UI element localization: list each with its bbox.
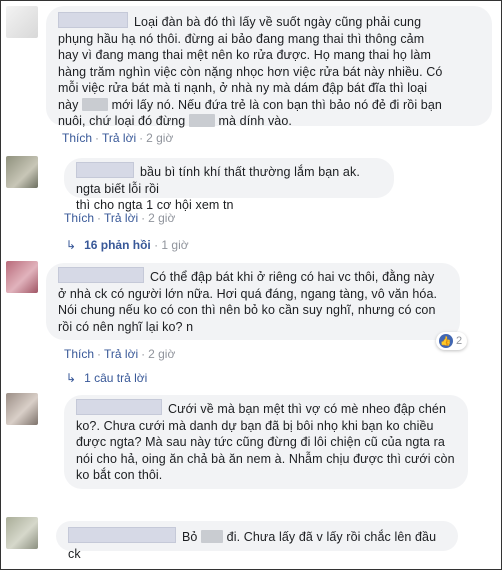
comment-text: này (58, 97, 79, 112)
comment-text: mà dính vào. (218, 114, 292, 128)
comment-actions: Thích · Trả lời · 2 giờ (64, 211, 176, 225)
comment-actions: Thích · Trả lời · 2 giờ (64, 347, 176, 361)
comment-bubble: Cưới về mà bạn mệt thì vợ có mè nheo đập… (64, 395, 468, 489)
comment-bubble: bầu bì tính khí thất thường lắm bạn ak. … (64, 158, 394, 212)
comment-bubble: Bỏ đi. Chưa lấy đã v lấy rồi chắc lên đầ… (56, 521, 458, 561)
avatar[interactable] (6, 156, 38, 188)
reply-arrow-icon: ↳ (66, 371, 77, 385)
comment-text: Có thể đập bát khi ở riêng có hai vc thô… (150, 270, 435, 284)
comment-text: ko bắt con thôi. (76, 468, 163, 482)
author-name-blurred[interactable] (76, 399, 162, 415)
author-name-blurred[interactable] (58, 267, 144, 283)
comment-text: ko?. Chưa cưới mà danh dự bạn đã bị bôi … (76, 418, 434, 433)
comment-bubble: Có thể đập bát khi ở riêng có hai vc thô… (46, 263, 460, 340)
censored-word (188, 114, 215, 127)
like-reaction-icon: 👍 (439, 334, 453, 348)
author-name-blurred[interactable] (76, 162, 134, 178)
author-name-blurred[interactable] (68, 527, 176, 543)
like-link[interactable]: Thích (64, 211, 94, 225)
reply-arrow-icon: ↳ (66, 238, 77, 252)
avatar[interactable] (6, 393, 38, 425)
comment-text: mới lấy nó. Nếu đứa trẻ là con bạn thì b… (111, 97, 442, 112)
comment-text: mỗi việc rửa bát mà ti nạnh, ở nhà ny mà… (58, 81, 428, 95)
censored-word (82, 97, 109, 111)
replies-count[interactable]: 16 phản hồi (84, 238, 151, 252)
comment-text: Loại đàn bà đó thì lấy về suốt ngày cũng… (134, 15, 422, 29)
comment-text: Nói chung nếu ko có con thì nên bỏ ko cầ… (58, 303, 436, 317)
avatar[interactable] (6, 517, 38, 549)
reply-link[interactable]: Trả lời (104, 347, 138, 361)
comment-text: Cưới về mà bạn mệt thì vợ có mè nheo đập… (168, 402, 447, 416)
comment-text: nuôi, chứ loại đó đừng (58, 114, 186, 128)
comment-text: được ngta? Mà sau này tức cũng đừng đi l… (76, 435, 445, 449)
comment-text: hay vì đang mang thai mệt nên ko rửa đượ… (58, 48, 431, 62)
reaction-badge[interactable]: 👍 2 (436, 332, 468, 350)
avatar[interactable] (6, 6, 38, 38)
reply-link[interactable]: Trả lời (102, 131, 136, 145)
replies-time: 1 giờ (161, 238, 189, 252)
reaction-count: 2 (456, 335, 463, 347)
comment-text: rồi có nên nghĩ lại ko? n (58, 319, 194, 334)
comment-text: hàng trăm nghìn việc còn nặng nhọc hơn v… (58, 64, 443, 79)
view-replies-link[interactable]: ↳ 1 câu trả lời (66, 371, 147, 385)
timestamp[interactable]: 2 giờ (148, 347, 175, 361)
comment-bubble: Loại đàn bà đó thì lấy về suốt ngày cũng… (46, 6, 492, 128)
comment-actions: Thích · Trả lời · 2 giờ (62, 131, 174, 145)
avatar[interactable] (6, 261, 38, 293)
view-replies-link[interactable]: ↳ 16 phản hồi · 1 giờ (66, 238, 189, 252)
like-link[interactable]: Thích (64, 347, 94, 361)
comment-text: phụng hầu hạ nó thôi. đừng ai bảo đang m… (58, 31, 425, 46)
timestamp[interactable]: 2 giờ (148, 211, 175, 225)
censored-word (201, 530, 224, 543)
replies-count[interactable]: 1 câu trả lời (84, 371, 147, 385)
comment-text: ở nhà ck có người lớn nữa. Hơi quá đáng,… (58, 286, 438, 301)
timestamp[interactable]: 2 giờ (146, 131, 173, 145)
comment-text: Bỏ (182, 530, 198, 544)
reply-link[interactable]: Trả lời (104, 211, 138, 225)
like-link[interactable]: Thích (62, 131, 92, 145)
comment-text: nói cho hả, oing ăn chả bà ăn nem à. Nhẫ… (76, 451, 455, 466)
author-name-blurred[interactable] (58, 12, 128, 28)
